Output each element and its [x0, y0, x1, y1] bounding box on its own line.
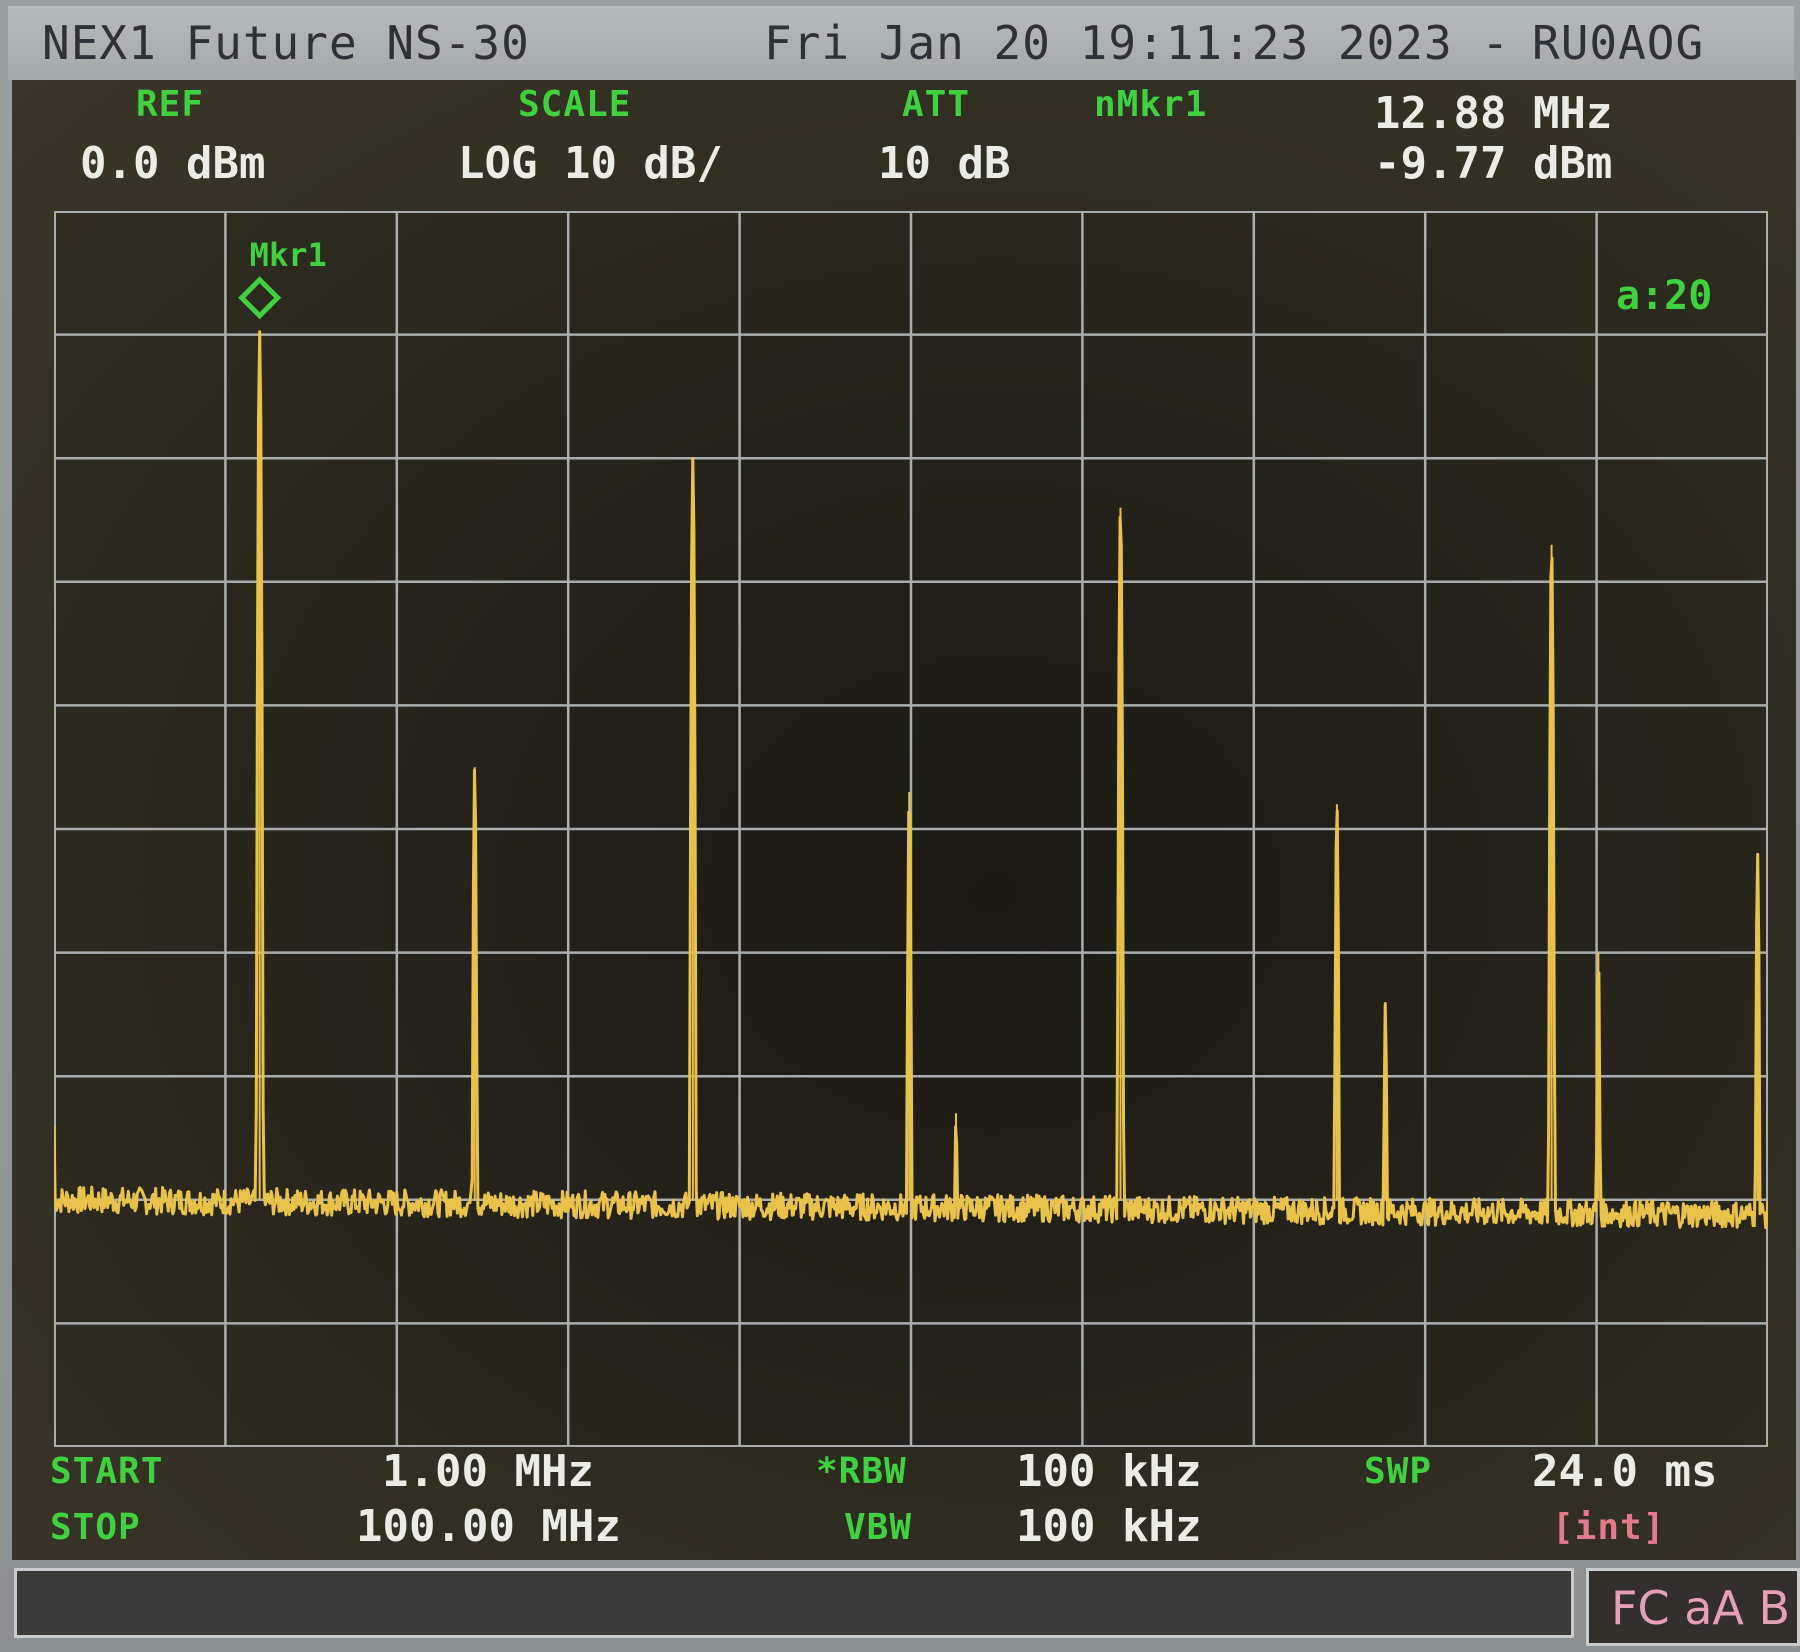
sweep-mode: [int] — [1552, 1507, 1666, 1548]
callsign: RU0AOG — [1532, 16, 1705, 70]
start-label: START — [50, 1451, 164, 1492]
scale-label: SCALE — [518, 84, 632, 125]
mode-annotation-box: FC aA B — [1586, 1568, 1800, 1646]
title-bar: NEX1 Future NS-30 Fri Jan 20 19:11:23 20… — [8, 6, 1794, 80]
stop-label: STOP — [50, 1507, 141, 1548]
sweep-value: 24.0 ms — [1532, 1446, 1718, 1497]
ref-value: 0.0 dBm — [80, 138, 266, 189]
start-value: 1.00 MHz — [382, 1446, 594, 1497]
average-label: a:20 — [1616, 273, 1712, 319]
scale-value: LOG 10 dB/ — [458, 138, 723, 189]
vbw-value: 100 kHz — [1016, 1501, 1202, 1552]
status-bar — [14, 1568, 1574, 1638]
spectrum-plot: Mkr1 a:20 — [54, 211, 1768, 1447]
stop-value: 100.00 MHz — [356, 1501, 621, 1552]
att-value: 10 dB — [878, 138, 1011, 189]
timestamp: Fri Jan 20 19:11:23 2023 - — [764, 16, 1511, 70]
sweep-label: SWP — [1364, 1451, 1433, 1492]
marker-label: nMkr1 — [1094, 84, 1208, 125]
marker-frequency: 12.88 MHz — [1374, 88, 1613, 139]
vbw-label: VBW — [844, 1507, 913, 1548]
marker-tag: Mkr1 — [250, 236, 327, 274]
ref-label: REF — [136, 84, 205, 125]
device-name: NEX1 Future NS-30 — [42, 16, 530, 70]
rbw-label: *RBW — [816, 1451, 907, 1492]
rbw-value: 100 kHz — [1016, 1446, 1202, 1497]
att-label: ATT — [902, 84, 971, 125]
mode-annotation: FC aA B — [1611, 1581, 1791, 1635]
marker-level: -9.77 dBm — [1374, 138, 1613, 189]
